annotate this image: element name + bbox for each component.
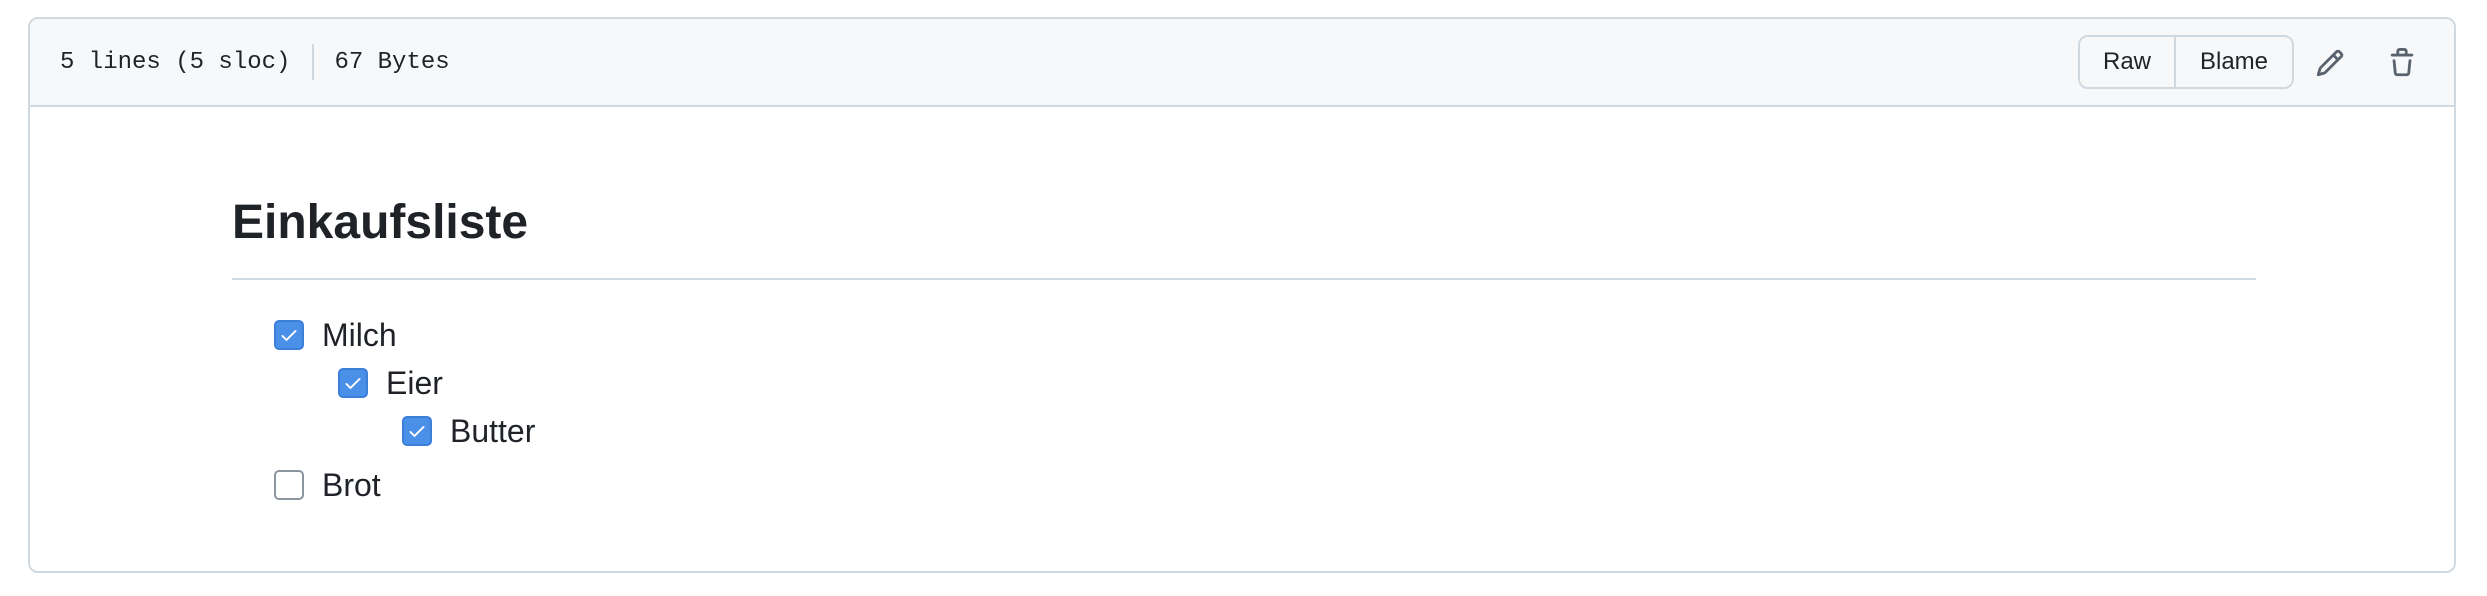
task-item: Butter [402, 411, 535, 451]
page-title: Einkaufsliste [232, 196, 529, 249]
line-count: 5 lines (5 sloc) [60, 48, 291, 76]
check-icon [345, 378, 361, 389]
blame-button[interactable]: Blame [2176, 37, 2292, 87]
file-header: 5 lines (5 sloc) 67 Bytes Raw Blame [30, 19, 2454, 107]
task-checkbox[interactable] [274, 470, 304, 500]
task-label: Brot [322, 466, 381, 503]
info-divider [312, 44, 315, 80]
task-item: Brot [274, 465, 381, 505]
view-button-group: Raw Blame [2078, 35, 2294, 89]
task-checkbox[interactable] [402, 416, 432, 446]
task-checkbox[interactable] [338, 368, 368, 398]
file-info: 5 lines (5 sloc) 67 Bytes [60, 19, 450, 105]
file-viewer: 5 lines (5 sloc) 67 Bytes Raw Blame Eink… [28, 17, 2456, 573]
task-item: Eier [338, 363, 443, 403]
task-label: Eier [386, 364, 443, 401]
delete-button[interactable] [2380, 41, 2424, 85]
pencil-icon [2316, 49, 2344, 77]
raw-button[interactable]: Raw [2080, 37, 2176, 87]
trash-icon [2390, 48, 2414, 77]
task-item: Milch [274, 315, 397, 355]
task-checkbox[interactable] [274, 320, 304, 350]
check-icon [409, 426, 425, 437]
check-icon [281, 330, 297, 341]
edit-button[interactable] [2308, 41, 2352, 85]
file-size: 67 Bytes [334, 48, 450, 76]
task-label: Butter [450, 412, 536, 449]
task-label: Milch [322, 316, 397, 353]
heading-divider [232, 278, 2256, 280]
